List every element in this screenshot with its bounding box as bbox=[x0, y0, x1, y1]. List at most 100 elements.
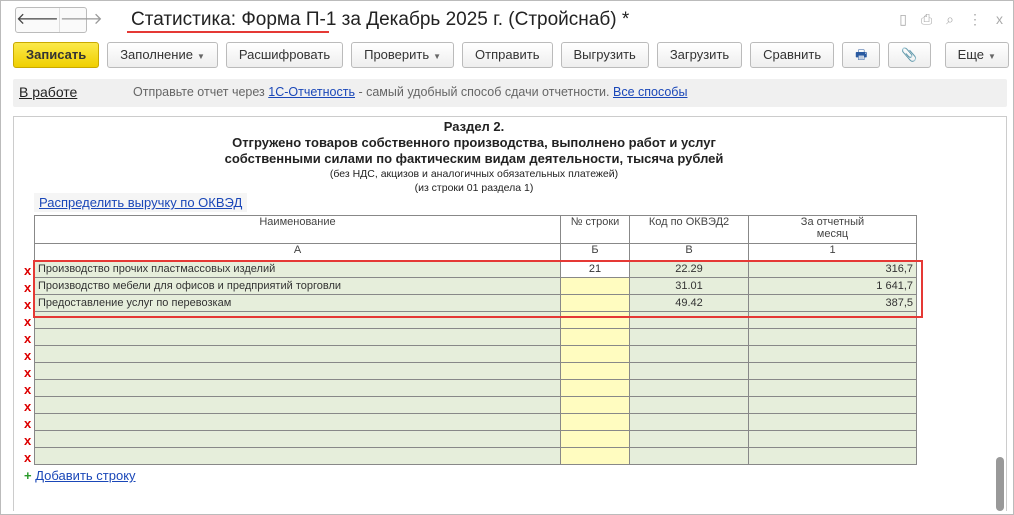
plus-icon: + bbox=[24, 468, 32, 483]
cell-name[interactable] bbox=[34, 362, 561, 380]
cell-line[interactable] bbox=[560, 379, 630, 397]
more-icon[interactable]: ⋮ bbox=[968, 11, 982, 28]
distribute-revenue-link[interactable]: Распределить выручку по ОКВЭД bbox=[34, 193, 248, 212]
cell-value[interactable] bbox=[748, 430, 917, 448]
delete-row-icon[interactable]: x bbox=[24, 415, 31, 432]
cell-value[interactable] bbox=[748, 413, 917, 431]
okved-table: Наименование № строки Код по ОКВЭД2 За о… bbox=[34, 215, 917, 465]
delete-row-icon[interactable]: x bbox=[24, 381, 31, 398]
report-form: Раздел 2. Отгружено товаров собственного… bbox=[13, 116, 1007, 511]
header-code: Код по ОКВЭД2 bbox=[629, 215, 749, 244]
fill-button[interactable]: Заполнение ▼ bbox=[107, 42, 218, 68]
preview-icon[interactable]: ⌕ bbox=[946, 11, 954, 28]
cell-name[interactable] bbox=[34, 447, 561, 465]
chevron-down-icon: ▼ bbox=[196, 52, 205, 61]
status-link[interactable]: В работе bbox=[19, 84, 77, 100]
cell-code[interactable] bbox=[629, 396, 749, 414]
print-icon[interactable]: ⎙ bbox=[921, 11, 932, 28]
delete-row-icon[interactable]: x bbox=[24, 262, 31, 279]
window-title: Статистика: Форма П-1 за Декабрь 2025 г.… bbox=[131, 9, 630, 30]
table-row bbox=[34, 430, 917, 448]
send-button[interactable]: Отправить bbox=[462, 42, 553, 68]
import-button[interactable]: Загрузить bbox=[656, 42, 743, 68]
delete-row-icon[interactable]: x bbox=[24, 279, 31, 296]
info-bar: В работе Отправьте отчет через 1С-Отчетн… bbox=[13, 79, 1007, 107]
letter-a: А bbox=[34, 243, 561, 261]
cell-value[interactable] bbox=[748, 379, 917, 397]
delete-row-icon[interactable]: x bbox=[24, 347, 31, 364]
section-heading-1: Отгружено товаров собственного производс… bbox=[232, 135, 716, 150]
table-row bbox=[34, 413, 917, 431]
add-row-link[interactable]: Добавить строку bbox=[35, 468, 135, 483]
cell-value[interactable] bbox=[748, 345, 917, 363]
cell-code[interactable] bbox=[629, 345, 749, 363]
scrollbar-thumb[interactable] bbox=[996, 457, 1004, 511]
msg-prefix: Отправьте отчет через bbox=[133, 85, 269, 99]
nav-buttons: 🡐 🡒 bbox=[15, 7, 103, 33]
cell-name[interactable] bbox=[34, 430, 561, 448]
delete-row-icon[interactable]: x bbox=[24, 449, 31, 466]
cell-value[interactable] bbox=[748, 447, 917, 465]
cell-code[interactable] bbox=[629, 379, 749, 397]
cell-line[interactable] bbox=[560, 362, 630, 380]
msg-suffix: - самый удобный способ сдачи отчетности. bbox=[354, 85, 613, 99]
save-icon[interactable]: ▯ bbox=[899, 11, 907, 28]
report-window: 🡐 🡒 Статистика: Форма П-1 за Декабрь 202… bbox=[0, 0, 1014, 515]
title-underline bbox=[127, 31, 329, 33]
table-row bbox=[34, 396, 917, 414]
delete-row-icon[interactable]: x bbox=[24, 432, 31, 449]
header-month: За отчетный месяц bbox=[748, 215, 917, 244]
info-message: Отправьте отчет через 1С-Отчетность - са… bbox=[133, 85, 687, 99]
decode-button[interactable]: Расшифровать bbox=[225, 42, 344, 68]
export-button[interactable]: Выгрузить bbox=[560, 42, 649, 68]
cell-value[interactable] bbox=[748, 328, 917, 346]
more-button[interactable]: Еще ▼ bbox=[944, 42, 1009, 68]
delete-row-icon[interactable]: x bbox=[24, 296, 31, 313]
cell-name[interactable] bbox=[34, 379, 561, 397]
compare-button[interactable]: Сравнить bbox=[750, 42, 835, 68]
print-button[interactable]: 🖶 bbox=[842, 42, 881, 68]
header-line: № строки bbox=[560, 215, 630, 244]
cell-name[interactable] bbox=[34, 396, 561, 414]
paperclip-icon: 📎 bbox=[901, 47, 918, 62]
cell-line[interactable] bbox=[560, 447, 630, 465]
delete-row-icon[interactable]: x bbox=[24, 398, 31, 415]
cell-name[interactable] bbox=[34, 345, 561, 363]
header-name: Наименование bbox=[34, 215, 561, 244]
toolbar: Записать Заполнение ▼ Расшифровать Провер… bbox=[13, 42, 1009, 68]
back-button[interactable]: 🡐 bbox=[16, 8, 59, 32]
cell-line[interactable] bbox=[560, 345, 630, 363]
cell-line[interactable] bbox=[560, 328, 630, 346]
close-icon[interactable]: x bbox=[996, 11, 1003, 28]
cell-code[interactable] bbox=[629, 430, 749, 448]
check-label: Проверить bbox=[364, 47, 430, 62]
table-row bbox=[34, 362, 917, 380]
add-row[interactable]: + Добавить строку bbox=[24, 468, 136, 483]
cell-line[interactable] bbox=[560, 430, 630, 448]
forward-button[interactable]: 🡒 bbox=[58, 8, 103, 32]
check-button[interactable]: Проверить ▼ bbox=[351, 42, 455, 68]
cell-name[interactable] bbox=[34, 328, 561, 346]
delete-row-icon[interactable]: x bbox=[24, 364, 31, 381]
delete-row-icon[interactable]: x bbox=[24, 330, 31, 347]
cell-code[interactable] bbox=[629, 447, 749, 465]
chevron-down-icon: ▼ bbox=[433, 52, 442, 61]
cell-value[interactable] bbox=[748, 362, 917, 380]
1c-reporting-link[interactable]: 1С-Отчетность bbox=[268, 85, 355, 99]
section-note-1: (без НДС, акцизов и аналогичных обязател… bbox=[329, 168, 619, 180]
save-button[interactable]: Записать bbox=[13, 42, 100, 68]
cell-code[interactable] bbox=[629, 413, 749, 431]
letter-1: 1 bbox=[748, 243, 917, 261]
all-ways-link[interactable]: Все способы bbox=[613, 85, 687, 99]
vertical-scrollbar[interactable] bbox=[995, 119, 1005, 511]
cell-value[interactable] bbox=[748, 396, 917, 414]
cell-line[interactable] bbox=[560, 413, 630, 431]
cell-code[interactable] bbox=[629, 328, 749, 346]
section-heading-2: собственными силами по фактическим видам… bbox=[224, 151, 724, 166]
attach-button[interactable]: 📎 bbox=[888, 42, 931, 68]
cell-line[interactable] bbox=[560, 396, 630, 414]
cell-name[interactable] bbox=[34, 413, 561, 431]
delete-row-icon[interactable]: x bbox=[24, 313, 31, 330]
table-row bbox=[34, 447, 917, 465]
cell-code[interactable] bbox=[629, 362, 749, 380]
